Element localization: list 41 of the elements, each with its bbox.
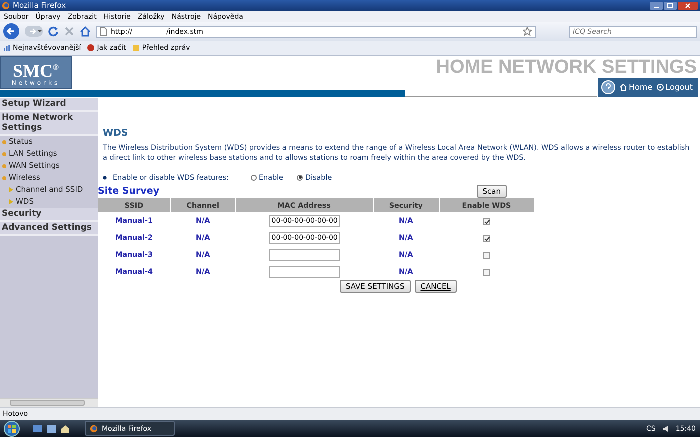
- maximize-button[interactable]: [664, 2, 677, 10]
- home-link[interactable]: Home: [620, 83, 653, 92]
- checkbox[interactable]: [483, 252, 490, 259]
- mac-address-field[interactable]: [268, 266, 340, 278]
- folder-icon: [132, 44, 140, 52]
- sidebar-item[interactable]: Home Network Settings: [0, 112, 98, 136]
- reload-icon[interactable]: [48, 26, 59, 37]
- house-icon[interactable]: [61, 424, 70, 432]
- help-icon[interactable]: [601, 80, 616, 95]
- logout-link[interactable]: Logout: [656, 83, 694, 92]
- back-button[interactable]: [3, 23, 20, 40]
- power-icon: [656, 84, 664, 91]
- close-button[interactable]: [678, 2, 698, 10]
- home-icon: [620, 84, 627, 91]
- mac-address-field[interactable]: [268, 248, 340, 260]
- sidebar-item[interactable]: Advanced Settings: [0, 222, 98, 236]
- bullet-icon: [2, 176, 7, 180]
- bullet-icon: [2, 140, 7, 144]
- sidebar-item[interactable]: Setup Wizard: [0, 98, 98, 112]
- desktop-icon[interactable]: [33, 424, 42, 432]
- speaker-icon[interactable]: [662, 424, 670, 432]
- minimize-button[interactable]: [650, 2, 663, 10]
- bar-chart-icon: [3, 44, 11, 52]
- firefox-icon: [2, 2, 10, 10]
- checkbox[interactable]: [483, 268, 490, 276]
- page-heading: HOME NETWORK SETTINGS: [436, 57, 697, 79]
- checkbox[interactable]: [483, 234, 490, 242]
- horizontal-scrollbar[interactable]: [0, 398, 98, 407]
- window-switch-icon[interactable]: [47, 424, 56, 432]
- subsection-title: Site Survey: [98, 186, 160, 197]
- checkbox[interactable]: [483, 218, 490, 225]
- forward-button[interactable]: [25, 26, 43, 37]
- start-button[interactable]: [4, 420, 20, 436]
- sidebar-item[interactable]: Security: [0, 208, 98, 222]
- home-icon[interactable]: [80, 26, 91, 37]
- firefox-icon: [90, 424, 98, 432]
- section-title: WDS: [103, 128, 130, 139]
- circle-icon: [87, 44, 96, 52]
- bullet-icon: [2, 164, 7, 168]
- bullet-icon: [103, 176, 107, 180]
- bullet-icon: [2, 152, 7, 156]
